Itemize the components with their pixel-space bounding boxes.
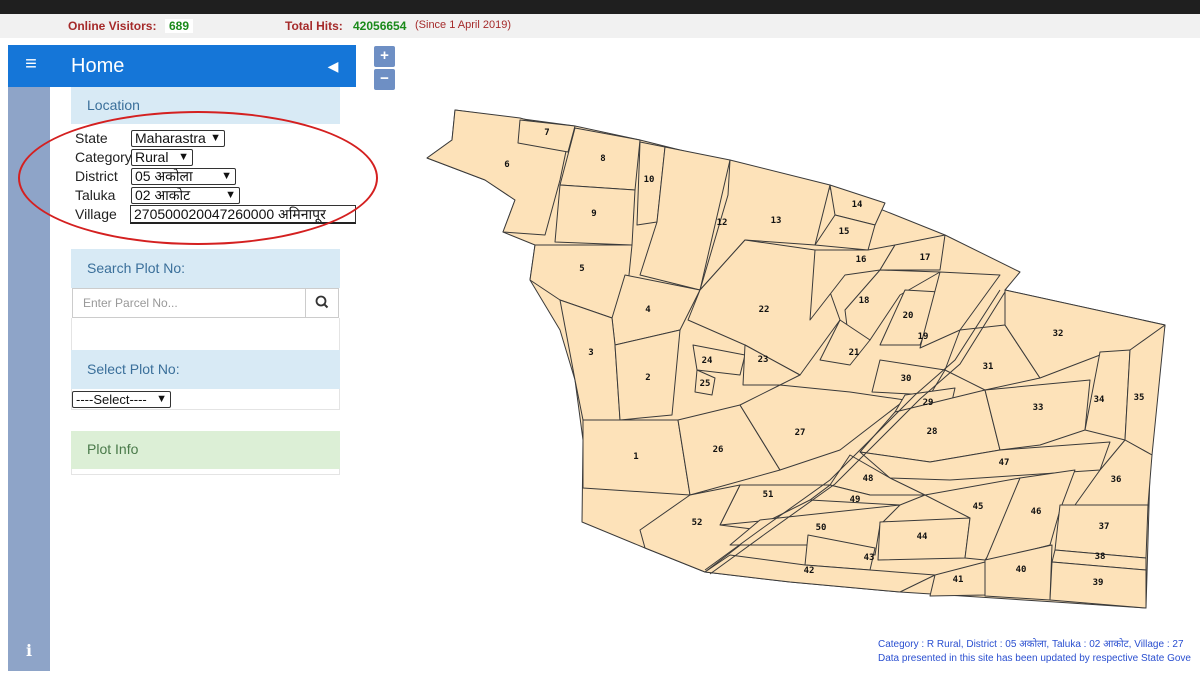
total-hits-count: 42056654	[353, 19, 407, 33]
parcel-search-input[interactable]: Enter Parcel No...	[72, 288, 306, 318]
district-select[interactable]: 05 अकोला ▼	[131, 168, 236, 185]
plot-label-35[interactable]: 35	[1134, 393, 1145, 403]
plot-label-17[interactable]: 17	[920, 253, 931, 263]
taluka-label: Taluka	[75, 187, 116, 203]
plot-label-45[interactable]: 45	[973, 502, 984, 512]
village-label: Village	[75, 206, 117, 222]
category-select-value: Rural	[135, 149, 169, 165]
plot-label-50[interactable]: 50	[816, 523, 827, 533]
state-select[interactable]: Maharastra ▼	[131, 130, 225, 147]
plot-label-25[interactable]: 25	[700, 379, 711, 389]
select-plot-heading: Select Plot No:	[71, 350, 340, 389]
taluka-select-value: 02 आकोट	[135, 187, 191, 203]
plot-label-32[interactable]: 32	[1053, 329, 1064, 339]
since-note: (Since 1 April 2019)	[415, 19, 511, 31]
plot-label-15[interactable]: 15	[839, 227, 850, 237]
plot-label-14[interactable]: 14	[852, 200, 863, 210]
chevron-down-icon: ▼	[210, 132, 221, 144]
plot-label-47[interactable]: 47	[999, 458, 1010, 468]
plot-label-51[interactable]: 51	[763, 490, 774, 500]
plot-label-42[interactable]: 42	[804, 566, 815, 576]
plot-label-31[interactable]: 31	[983, 362, 994, 372]
plot-label-20[interactable]: 20	[903, 311, 914, 321]
plot-label-33[interactable]: 33	[1033, 403, 1044, 413]
select-plot-panel	[71, 389, 340, 410]
plot-label-37[interactable]: 37	[1099, 522, 1110, 532]
chevron-down-icon: ▼	[221, 170, 232, 182]
village-select[interactable]: 270500020047260000 अमिनापूर	[130, 205, 356, 224]
plot-label-41[interactable]: 41	[953, 575, 964, 585]
footer-category-line: Category : R Rural, District : 05 अकोला,…	[878, 639, 1184, 650]
plot-label-18[interactable]: 18	[859, 296, 870, 306]
stats-bar: Online Visitors: 689 Total Hits: 4205665…	[0, 14, 1200, 38]
plot-label-10[interactable]: 10	[644, 175, 655, 185]
zoom-out-button[interactable]: −	[374, 69, 395, 90]
plot-label-29[interactable]: 29	[923, 398, 934, 408]
plot-label-26[interactable]: 26	[713, 445, 724, 455]
district-select-value: 05 अकोला	[135, 168, 193, 184]
plot-label-48[interactable]: 48	[863, 474, 874, 484]
plot-label-5[interactable]: 5	[579, 264, 584, 274]
plot-label-28[interactable]: 28	[927, 427, 938, 437]
plot-label-24[interactable]: 24	[702, 356, 713, 366]
plot-label-46[interactable]: 46	[1031, 507, 1042, 517]
menu-icon[interactable]: ≡	[21, 54, 41, 74]
taluka-select[interactable]: 02 आकोट ▼	[131, 187, 240, 204]
district-label: District	[75, 168, 118, 184]
plot-label-3[interactable]: 3	[588, 348, 593, 358]
search-results-area	[71, 318, 340, 350]
plot-label-8[interactable]: 8	[600, 154, 605, 164]
category-label: Category	[75, 149, 132, 165]
search-button[interactable]	[305, 288, 339, 318]
plot-label-39[interactable]: 39	[1093, 578, 1104, 588]
chevron-down-icon: ▼	[178, 151, 189, 163]
plot-info-heading: Plot Info	[71, 431, 340, 469]
plot-label-34[interactable]: 34	[1094, 395, 1105, 405]
state-label: State	[75, 130, 108, 146]
search-plot-heading: Search Plot No:	[71, 249, 340, 288]
plot-label-22[interactable]: 22	[759, 305, 770, 315]
info-icon[interactable]: i	[20, 641, 38, 661]
plot-label-7[interactable]: 7	[544, 128, 549, 138]
collapse-icon[interactable]: ◀	[326, 57, 340, 75]
plot-label-43[interactable]: 43	[864, 553, 875, 563]
parcel-layer	[426, 109, 1166, 609]
top-bar	[0, 0, 1200, 14]
plot-label-38[interactable]: 38	[1095, 552, 1106, 562]
chevron-down-icon: ▼	[225, 189, 236, 201]
plot-label-2[interactable]: 2	[645, 373, 650, 383]
sidebar-rail	[8, 87, 50, 671]
plot-label-19[interactable]: 19	[918, 332, 929, 342]
online-visitors-count: 689	[165, 19, 194, 33]
plot-label-23[interactable]: 23	[758, 355, 769, 365]
plot-label-13[interactable]: 13	[771, 216, 782, 226]
sidebar-title: Home	[71, 55, 125, 77]
location-heading: Location	[71, 87, 340, 124]
sidebar-header: ≡ Home ◀	[8, 45, 356, 87]
plot-label-16[interactable]: 16	[856, 255, 867, 265]
zoom-in-button[interactable]: +	[374, 46, 395, 67]
plot-label-21[interactable]: 21	[849, 348, 860, 358]
plot-label-6[interactable]: 6	[504, 160, 509, 170]
plot-label-36[interactable]: 36	[1111, 475, 1122, 485]
category-select[interactable]: Rural ▼	[131, 149, 193, 166]
online-visitors-label: Online Visitors:	[68, 19, 157, 33]
plot-label-40[interactable]: 40	[1016, 565, 1027, 575]
footer-disclaimer-line: Data presented in this site has been upd…	[878, 653, 1191, 664]
plot-label-9[interactable]: 9	[591, 209, 596, 219]
state-select-value: Maharastra	[135, 130, 206, 146]
total-hits-label: Total Hits:	[285, 19, 343, 33]
plot-label-44[interactable]: 44	[917, 532, 928, 542]
plot-label-49[interactable]: 49	[850, 495, 861, 505]
plot-label-52[interactable]: 52	[692, 518, 703, 528]
plot-label-4[interactable]: 4	[645, 305, 651, 315]
plot-label-12[interactable]: 12	[717, 218, 728, 228]
plot-label-30[interactable]: 30	[901, 374, 912, 384]
plot-info-panel	[71, 469, 340, 475]
plot-label-1[interactable]: 1	[633, 452, 638, 462]
search-icon	[315, 295, 329, 309]
plot-label-27[interactable]: 27	[795, 428, 806, 438]
